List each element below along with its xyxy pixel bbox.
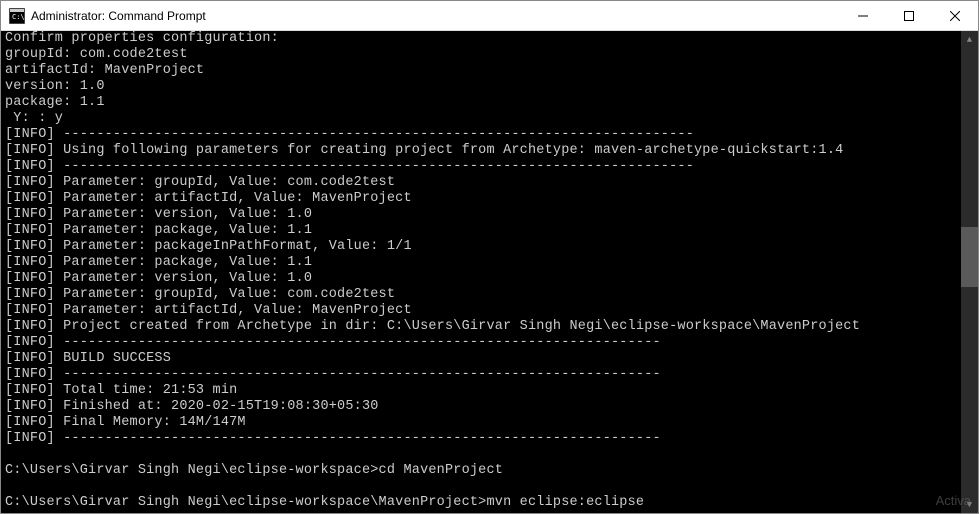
close-button[interactable]: [932, 1, 978, 30]
terminal-line: [INFO] Final Memory: 14M/147M: [5, 415, 961, 431]
terminal-line: [INFO] Parameter: version, Value: 1.0: [5, 207, 961, 223]
terminal-line: [INFO] BUILD SUCCESS: [5, 351, 961, 367]
terminal-line: Confirm properties configuration:: [5, 31, 961, 47]
minimize-button[interactable]: [840, 1, 886, 30]
terminal-line: [5, 447, 961, 463]
scroll-up-arrow[interactable]: ▲: [961, 31, 978, 48]
terminal-line: [5, 479, 961, 495]
terminal-line: Y: : y: [5, 111, 961, 127]
terminal-line: [INFO] ---------------------------------…: [5, 367, 961, 383]
terminal-line: [INFO] Parameter: version, Value: 1.0: [5, 271, 961, 287]
window-title: Administrator: Command Prompt: [31, 9, 840, 23]
terminal-line: [INFO] Finished at: 2020-02-15T19:08:30+…: [5, 399, 961, 415]
terminal-line: [INFO] Project created from Archetype in…: [5, 319, 961, 335]
terminal-line: version: 1.0: [5, 79, 961, 95]
maximize-button[interactable]: [886, 1, 932, 30]
terminal-line: [INFO] Parameter: package, Value: 1.1: [5, 255, 961, 271]
terminal-line: [INFO] Parameter: groupId, Value: com.co…: [5, 175, 961, 191]
scroll-down-arrow[interactable]: ▼: [961, 496, 978, 513]
terminal-line: [INFO] Parameter: artifactId, Value: Mav…: [5, 303, 961, 319]
terminal-line: [INFO] ---------------------------------…: [5, 335, 961, 351]
command-prompt-window: C:\ Administrator: Command Prompt Confir…: [0, 0, 979, 514]
terminal-output: Confirm properties configuration:groupId…: [5, 31, 961, 511]
terminal-line: artifactId: MavenProject: [5, 63, 961, 79]
terminal-line: C:\Users\Girvar Singh Negi\eclipse-works…: [5, 495, 961, 511]
terminal-line: [INFO] Parameter: packageInPathFormat, V…: [5, 239, 961, 255]
terminal-line: [INFO] Parameter: artifactId, Value: Mav…: [5, 191, 961, 207]
terminal-line: [INFO] Using following parameters for cr…: [5, 143, 961, 159]
terminal-line: [INFO] ---------------------------------…: [5, 431, 961, 447]
terminal-line: [INFO] Total time: 21:53 min: [5, 383, 961, 399]
terminal-line: [INFO] ---------------------------------…: [5, 127, 961, 143]
window-controls: [840, 1, 978, 30]
vertical-scrollbar[interactable]: ▲ ▼: [961, 31, 978, 513]
terminal-line: groupId: com.code2test: [5, 47, 961, 63]
terminal-line: [INFO] Parameter: groupId, Value: com.co…: [5, 287, 961, 303]
terminal-line: C:\Users\Girvar Singh Negi\eclipse-works…: [5, 463, 961, 479]
terminal-line: package: 1.1: [5, 95, 961, 111]
svg-text:C:\: C:\: [12, 13, 25, 21]
scrollbar-thumb[interactable]: [961, 227, 978, 287]
cmd-icon: C:\: [9, 8, 25, 24]
terminal-line: [INFO] Parameter: package, Value: 1.1: [5, 223, 961, 239]
titlebar[interactable]: C:\ Administrator: Command Prompt: [1, 1, 978, 31]
terminal-line: [INFO] ---------------------------------…: [5, 159, 961, 175]
terminal-area[interactable]: Confirm properties configuration:groupId…: [1, 31, 978, 513]
scrollbar-track[interactable]: [961, 48, 978, 496]
